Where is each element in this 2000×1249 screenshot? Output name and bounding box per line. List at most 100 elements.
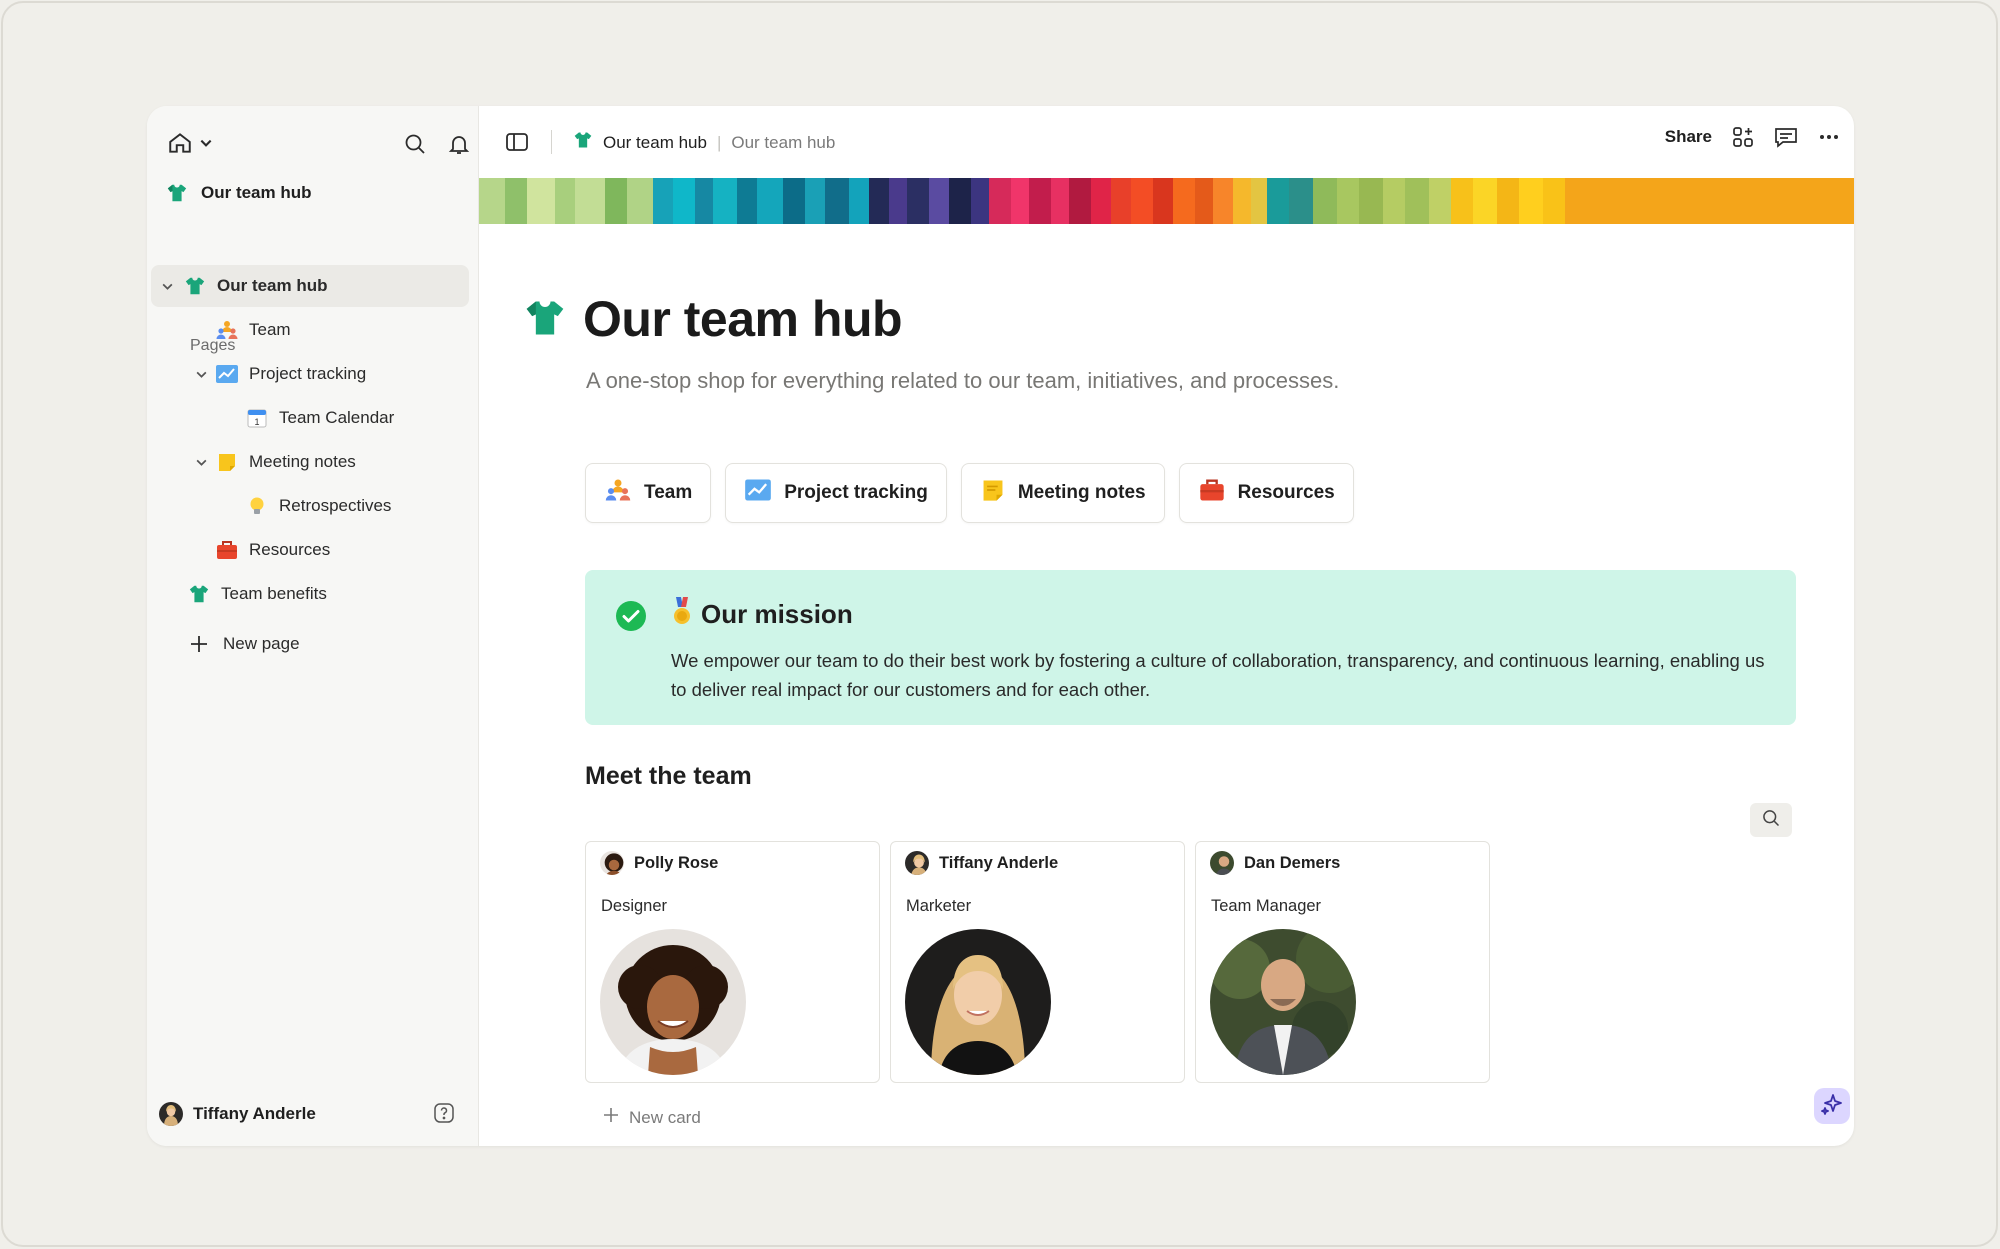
notifications-button[interactable] [443,130,475,162]
sidebar-item-project-tracking[interactable]: Project tracking [191,353,366,395]
team-jersey-icon [187,582,211,606]
search-icon [403,132,427,161]
profile-photo [1210,929,1356,1075]
briefcase-icon [215,538,239,562]
sidebar-item-meeting-notes[interactable]: Meeting notes [191,441,356,483]
chevron-down-icon[interactable] [157,280,177,293]
quick-link-project-tracking[interactable]: Project tracking [725,463,947,523]
chevron-down-icon [199,136,213,155]
sidebar-toggle-icon[interactable] [505,130,529,154]
mission-body: We empower our team to do their best wor… [671,650,1765,700]
avatar [159,1102,183,1126]
svg-text:1: 1 [254,417,259,427]
mission-title-row: Our mission [671,596,853,633]
team-jersey-icon [165,181,189,205]
mission-title: Our mission [701,599,853,629]
comments-icon[interactable] [1774,126,1798,148]
sidebar-item-label: Team benefits [221,584,327,603]
gallery-search-button[interactable] [1750,803,1792,837]
notes-icon [980,477,1006,509]
team-card-tiffany-anderle[interactable]: Tiffany Anderle Marketer [890,841,1185,1083]
workspace-name: Our team hub [201,183,312,202]
briefcase-icon [1198,477,1226,509]
new-page-button[interactable]: New page [187,623,300,665]
sidebar-item-retrospectives[interactable]: Retrospectives [245,485,391,527]
home-icon [167,130,193,161]
team-gallery: Polly Rose Designer Tiffany Anderle Mark… [585,841,1490,1083]
breadcrumb-separator: | [716,132,722,152]
avatar [905,851,929,875]
breadcrumb: Our team hub | Our team hub [573,130,835,155]
check-circle-icon [615,600,647,637]
sidebar-item-resources[interactable]: Resources [215,529,330,571]
sidebar-item-label: Our team hub [217,276,328,295]
calendar-icon: 1 [245,406,269,430]
sidebar-item-label: Team [249,320,291,339]
sidebar-header [159,124,470,168]
quick-link-resources[interactable]: Resources [1178,463,1354,523]
sidebar-item-team[interactable]: Team [215,309,291,351]
card-role: Designer [601,897,668,915]
sidebar-item-team-benefits[interactable]: Team benefits [187,573,327,615]
card-role: Team Manager [1211,897,1322,915]
share-button[interactable]: Share [1665,127,1712,147]
new-card-label: New card [629,1107,701,1127]
more-icon[interactable] [1818,126,1840,148]
add-widget-icon[interactable] [1732,126,1754,148]
team-card-dan-demers[interactable]: Dan Demers Team Manager [1195,841,1490,1083]
profile-photo [600,929,746,1075]
team-jersey-icon [573,130,593,155]
card-name: Tiffany Anderle [939,853,1059,872]
page-title[interactable]: Our team hub [583,290,903,348]
card-header: Dan Demers [1210,851,1340,875]
main-content: Our team hub | Our team hub Share Our te… [479,106,1854,1146]
meet-the-team-heading[interactable]: Meet the team [585,762,752,791]
search-button[interactable] [399,130,431,162]
new-page-label: New page [223,634,300,653]
quick-link-team[interactable]: Team [585,463,712,523]
sidebar: Our team hub Pages Our team hub Team Pro… [147,106,479,1146]
workspace-switcher[interactable]: Our team hub [157,173,469,213]
topbar-divider [551,130,552,154]
chevron-down-icon[interactable] [191,368,211,381]
search-icon [1761,808,1781,833]
card-header: Tiffany Anderle [905,851,1058,875]
current-user[interactable]: Tiffany Anderle [155,1096,467,1132]
bell-icon [447,132,471,161]
quick-link-meeting-notes[interactable]: Meeting notes [960,463,1165,523]
help-icon[interactable] [433,1102,455,1124]
medal-icon [671,596,693,633]
plus-icon [603,1107,619,1128]
team-jersey-icon[interactable] [523,296,567,345]
notes-icon [215,450,239,474]
quick-links: Team Project tracking Meeting notes Reso… [585,463,1354,523]
chart-icon [744,477,772,509]
card-name: Dan Demers [1244,853,1341,872]
lightbulb-icon [245,494,269,518]
sparkle-icon [1821,1093,1843,1120]
chevron-down-icon[interactable] [191,456,211,469]
sidebar-item-label: Retrospectives [279,496,392,515]
page-subtitle[interactable]: A one-stop shop for everything related t… [586,368,1339,394]
sidebar-item-team-calendar[interactable]: 1 Team Calendar [245,397,394,439]
team-card-polly-rose[interactable]: Polly Rose Designer [585,841,880,1083]
avatar [600,851,624,875]
topbar-actions: Share [1665,126,1840,148]
sidebar-item-label: Meeting notes [249,452,356,471]
mission-callout[interactable]: Our mission We empower our team to do th… [585,570,1796,725]
ai-assistant-button[interactable] [1814,1088,1850,1124]
sidebar-item-label: Team Calendar [279,408,395,427]
sidebar-item-label: Project tracking [249,364,367,383]
cover-banner[interactable] [479,178,1854,224]
avatar [1210,851,1234,875]
people-icon [215,318,239,342]
quick-link-label: Resources [1237,482,1335,503]
topbar: Our team hub | Our team hub Share [479,106,1854,178]
quick-link-label: Team [644,482,693,503]
breadcrumb-page[interactable]: Our team hub [731,133,835,153]
sidebar-item-our-team-hub[interactable]: Our team hub [151,265,469,307]
card-role: Marketer [906,897,972,915]
breadcrumb-workspace[interactable]: Our team hub [603,133,707,153]
home-button[interactable] [167,130,213,161]
new-card-button[interactable]: New card [603,1107,701,1128]
